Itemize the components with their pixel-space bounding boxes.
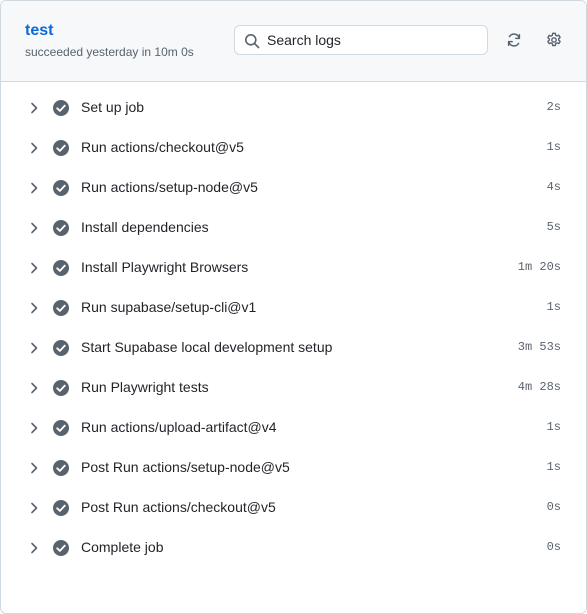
step-name: Run supabase/setup-cli@v1 <box>81 299 257 315</box>
settings-button[interactable] <box>539 25 569 55</box>
step-duration: 4s <box>546 180 561 194</box>
step-duration: 0s <box>546 500 561 514</box>
check-circle-icon <box>52 459 70 477</box>
check-circle-icon <box>52 99 70 117</box>
chevron-right-icon[interactable] <box>26 380 42 396</box>
check-circle-icon <box>52 419 70 437</box>
step-row[interactable]: Install dependencies 5s <box>1 208 586 248</box>
step-row[interactable]: Set up job 2s <box>1 88 586 128</box>
chevron-right-icon[interactable] <box>26 220 42 236</box>
chevron-right-icon[interactable] <box>26 540 42 556</box>
refresh-button[interactable] <box>499 25 529 55</box>
step-name: Run actions/setup-node@v5 <box>81 179 258 195</box>
step-duration: 1s <box>546 300 561 314</box>
check-circle-icon <box>52 179 70 197</box>
check-circle-icon <box>52 219 70 237</box>
search-logs-input[interactable] <box>267 27 479 53</box>
step-name: Set up job <box>81 99 145 115</box>
chevron-right-icon[interactable] <box>26 500 42 516</box>
step-row[interactable]: Run supabase/setup-cli@v1 1s <box>1 288 586 328</box>
step-row[interactable]: Run actions/upload-artifact@v4 1s <box>1 408 586 448</box>
step-row[interactable]: Run Playwright tests 4m 28s <box>1 368 586 408</box>
job-title[interactable]: test <box>25 22 53 40</box>
step-duration: 1s <box>546 460 561 474</box>
chevron-right-icon[interactable] <box>26 300 42 316</box>
step-duration: 0s <box>546 540 561 554</box>
step-duration: 1s <box>546 420 561 434</box>
check-circle-icon <box>52 539 70 557</box>
chevron-right-icon[interactable] <box>26 140 42 156</box>
step-duration: 4m 28s <box>517 380 561 394</box>
search-logs-box[interactable] <box>234 25 488 55</box>
step-name: Run Playwright tests <box>81 379 209 395</box>
step-name: Post Run actions/setup-node@v5 <box>81 459 290 475</box>
step-name: Start Supabase local development setup <box>81 339 333 355</box>
chevron-right-icon[interactable] <box>26 340 42 356</box>
check-circle-icon <box>52 499 70 517</box>
chevron-right-icon[interactable] <box>26 180 42 196</box>
chevron-right-icon[interactable] <box>26 260 42 276</box>
step-name: Install Playwright Browsers <box>81 259 249 275</box>
chevron-right-icon[interactable] <box>26 100 42 116</box>
chevron-right-icon[interactable] <box>26 460 42 476</box>
step-name: Run actions/checkout@v5 <box>81 139 244 155</box>
step-duration: 5s <box>546 220 561 234</box>
step-name: Run actions/upload-artifact@v4 <box>81 419 277 435</box>
check-circle-icon <box>52 299 70 317</box>
check-circle-icon <box>52 379 70 397</box>
job-logs-panel: test succeeded yesterday in 10m 0s Searc… <box>0 0 587 614</box>
check-circle-icon <box>52 339 70 357</box>
chevron-right-icon[interactable] <box>26 420 42 436</box>
search-icon <box>245 34 260 49</box>
job-header: test succeeded yesterday in 10m 0s <box>1 1 586 82</box>
gear-icon <box>547 32 561 47</box>
step-row[interactable]: Complete job 0s <box>1 528 586 568</box>
step-row[interactable]: Run actions/checkout@v5 1s <box>1 128 586 168</box>
step-row[interactable]: Post Run actions/checkout@v5 0s <box>1 488 586 528</box>
check-circle-icon <box>52 139 70 157</box>
steps-list: Set up job 2s Run actions/checkout@v5 1s Run… <box>1 88 586 568</box>
step-duration: 1s <box>546 140 561 154</box>
job-status-text: succeeded yesterday in 10m 0s <box>25 45 194 59</box>
step-row[interactable]: Install Playwright Browsers 1m 20s <box>1 248 586 288</box>
step-duration: 2s <box>546 100 561 114</box>
sync-icon <box>507 33 521 47</box>
step-name: Post Run actions/checkout@v5 <box>81 499 276 515</box>
step-duration: 3m 53s <box>517 340 561 354</box>
step-row[interactable]: Start Supabase local development setup 3m… <box>1 328 586 368</box>
step-row[interactable]: Run actions/setup-node@v5 4s <box>1 168 586 208</box>
step-row[interactable]: Post Run actions/setup-node@v5 1s <box>1 448 586 488</box>
step-name: Install dependencies <box>81 219 209 235</box>
step-duration: 1m 20s <box>517 260 561 274</box>
check-circle-icon <box>52 259 70 277</box>
step-name: Complete job <box>81 539 164 555</box>
